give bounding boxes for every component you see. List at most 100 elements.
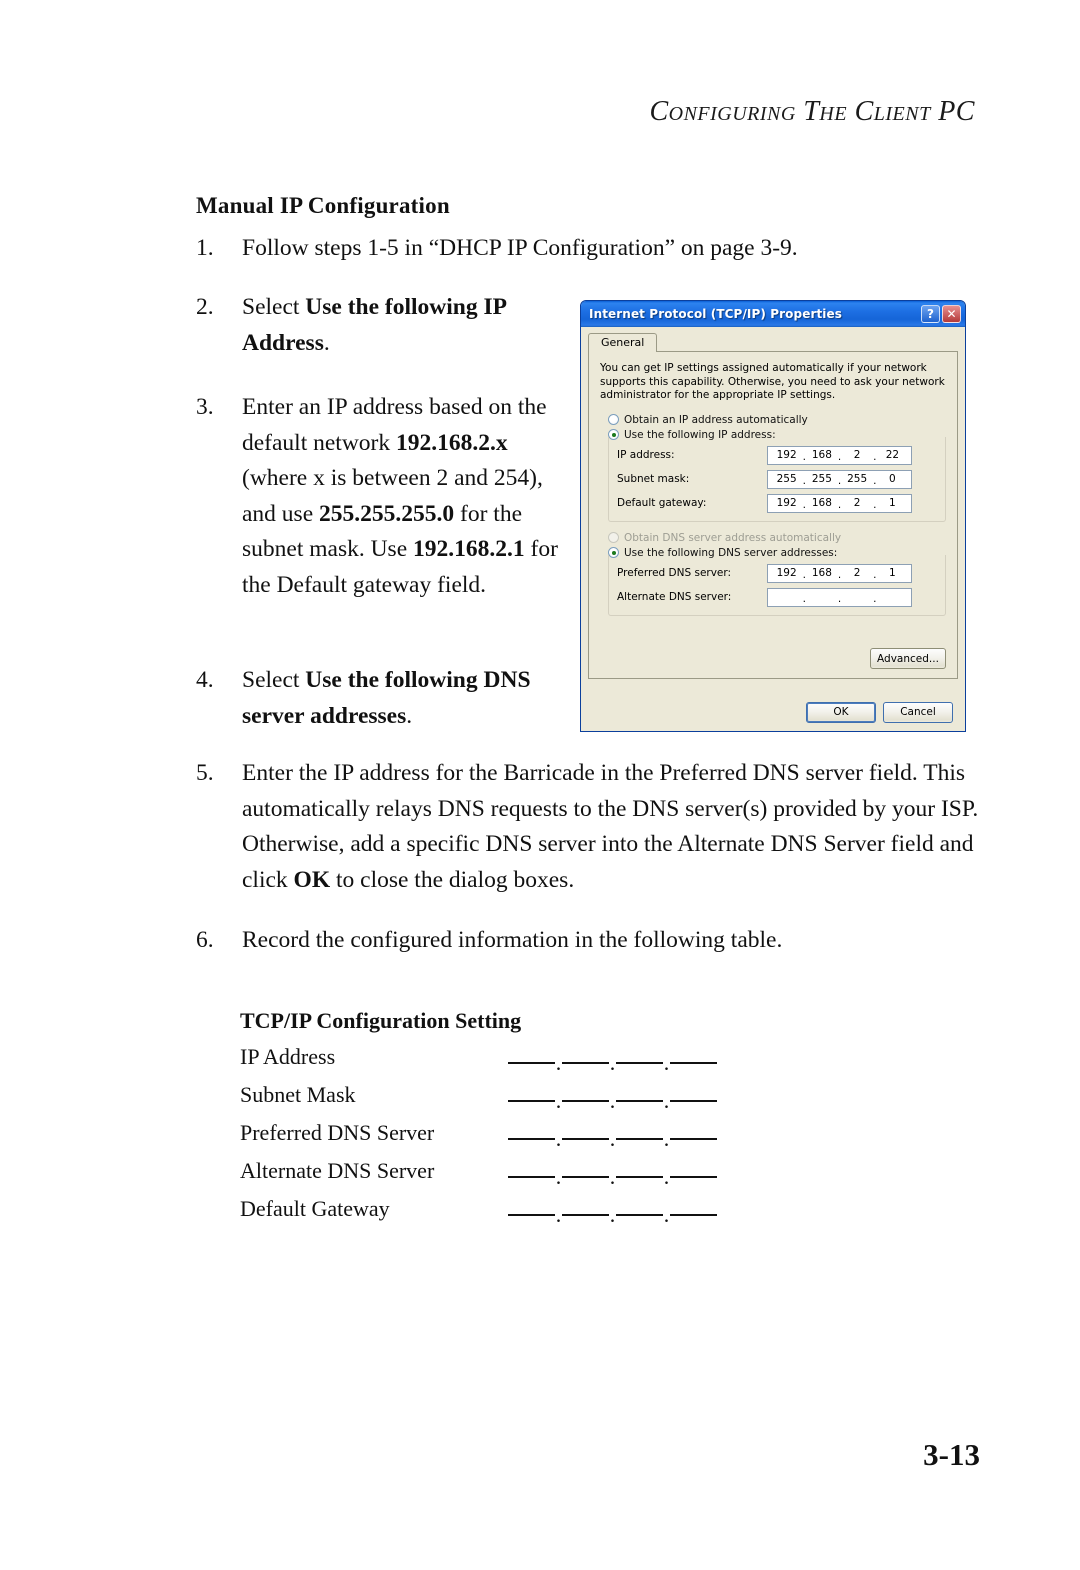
ok-button[interactable]: OK (806, 701, 876, 723)
blank-octet-4 (670, 1138, 717, 1140)
octet-separator: . (837, 451, 842, 463)
radio-button-disabled-icon (608, 532, 619, 543)
page-number: 3-13 (923, 1437, 980, 1472)
step-number: 6. (196, 927, 214, 953)
blank-octet-4 (670, 1214, 717, 1216)
table-row: Alternate DNS Server ... (240, 1158, 740, 1196)
octet-4: 22 (885, 449, 900, 461)
advanced-button[interactable]: Advanced... (870, 648, 946, 669)
blank-separator: . (609, 1088, 616, 1114)
octet-separator: . (837, 569, 842, 581)
blank-octet-1 (508, 1100, 555, 1102)
octet-1: 192 (776, 449, 797, 461)
octet-separator: . (802, 593, 806, 605)
step-text-ip-network: 192.168.2.x (396, 429, 508, 456)
blank-octet-1 (508, 1214, 555, 1216)
step-text-plain: Select (242, 667, 306, 693)
ip-address-input[interactable]: 192. 168. 2. 22 (767, 445, 912, 465)
octet-4: 1 (889, 497, 896, 509)
octet-separator: . (837, 475, 842, 487)
step-text-subnet-mask: 255.255.255.0 (319, 500, 455, 527)
octet-separator: . (873, 475, 877, 487)
blank-octet-1 (508, 1176, 555, 1178)
cancel-button[interactable]: Cancel (883, 701, 953, 723)
preferred-dns-input[interactable]: 192. 168. 2. 1 (767, 563, 912, 583)
blank-octet-3 (616, 1062, 663, 1064)
ip-address-group: IP address: 192. 168. 2. 22 Subnet mask: 25… (608, 436, 946, 522)
running-header: Configuring The Client PC (649, 96, 975, 127)
radio-obtain-ip-automatically[interactable]: Obtain an IP address automatically (600, 414, 946, 426)
octet-separator: . (873, 451, 877, 463)
step-text: Select Use the following IP Address. (242, 290, 556, 361)
blank-octet-3 (616, 1138, 663, 1140)
tab-strip: General (588, 333, 958, 352)
octet-separator: . (802, 475, 806, 487)
octet-3: 255 (847, 473, 868, 485)
step-text-plain-tail: . (323, 329, 330, 356)
tcpip-properties-dialog-figure: Internet Protocol (TCP/IP) Properties ? … (580, 300, 966, 732)
step-text: Record the configured information in the… (242, 927, 783, 953)
blank-separator: . (609, 1050, 616, 1076)
step-text: Enter an IP address based on the default… (242, 390, 564, 603)
radio-obtain-dns-automatically[interactable]: Obtain DNS server address automatically (600, 532, 946, 544)
close-icon[interactable]: ✕ (942, 305, 961, 323)
step-number: 2. (196, 294, 214, 320)
radio-button-icon (608, 414, 619, 425)
list-item: 6. Record the configured information in … (196, 923, 986, 959)
alternate-dns-input[interactable]: ... (767, 587, 912, 607)
blank-octet-2 (562, 1176, 609, 1178)
dns-servers-group: Preferred DNS server: 192. 168. 2. 1 Altern… (608, 554, 946, 616)
list-item: 2. Select Use the following IP Address. (196, 290, 556, 361)
octet-2: 255 (811, 473, 832, 485)
tcpip-configuration-table: TCP/IP Configuration Setting IP Address … (240, 1008, 740, 1234)
octet-separator: . (873, 569, 877, 581)
table-row-label: IP Address (240, 1044, 336, 1069)
subnet-mask-input[interactable]: 255. 255. 255. 0 (767, 469, 912, 489)
step-text-ok-emphasis: OK (293, 866, 331, 893)
default-gateway-input[interactable]: 192. 168. 2. 1 (767, 493, 912, 513)
octet-1: 255 (776, 473, 797, 485)
blank-octet-4 (670, 1062, 717, 1064)
blank-separator: . (555, 1202, 562, 1228)
octet-1: 192 (776, 497, 797, 509)
blank-separator: . (555, 1164, 562, 1190)
octet-2: 168 (811, 497, 832, 509)
tab-general[interactable]: General (588, 333, 658, 352)
blank-octet-3 (616, 1214, 663, 1216)
table-row-blanks: ... (508, 1088, 717, 1114)
table-row-label: Subnet Mask (240, 1082, 356, 1107)
help-icon[interactable]: ? (921, 305, 940, 323)
blank-separator: . (663, 1202, 670, 1228)
table-row: Subnet Mask ... (240, 1082, 740, 1120)
list-item: 1. Follow steps 1-5 in “DHCP IP Configur… (196, 231, 976, 267)
dialog-intro-text: You can get IP settings assigned automat… (600, 362, 945, 401)
octet-4: 0 (889, 473, 896, 485)
blank-separator: . (555, 1126, 562, 1152)
blank-separator: . (609, 1202, 616, 1228)
octet-separator: . (802, 569, 806, 581)
blank-separator: . (555, 1050, 562, 1076)
blank-separator: . (555, 1088, 562, 1114)
octet-3: 2 (853, 449, 861, 461)
step-number: 1. (196, 235, 214, 261)
octet-3: 2 (853, 567, 861, 579)
dialog-footer: OK Cancel (581, 693, 965, 731)
radio-label: Obtain an IP address automatically (624, 413, 808, 426)
octet-2: 168 (811, 449, 832, 461)
blank-octet-1 (508, 1138, 555, 1140)
field-row-default-gateway: Default gateway: 192. 168. 2. 1 (617, 493, 937, 513)
field-row-ip-address: IP address: 192. 168. 2. 22 (617, 445, 937, 465)
default-gateway-label: Default gateway: (617, 497, 707, 509)
field-row-alternate-dns: Alternate DNS server: ... (617, 587, 937, 607)
octet-2: 168 (811, 567, 832, 579)
table-row-label: Preferred DNS Server (240, 1120, 435, 1145)
octet-separator: . (837, 499, 842, 511)
blank-octet-2 (562, 1100, 609, 1102)
blank-octet-1 (508, 1062, 555, 1064)
list-item: 3. Enter an IP address based on the defa… (196, 390, 564, 603)
table-row: IP Address ... (240, 1044, 740, 1082)
table-row: Default Gateway ... (240, 1196, 740, 1234)
list-item: 5. Enter the IP address for the Barricad… (196, 756, 986, 898)
step-text: Follow steps 1-5 in “DHCP IP Configurati… (242, 235, 798, 261)
alternate-dns-label: Alternate DNS server: (617, 591, 732, 603)
